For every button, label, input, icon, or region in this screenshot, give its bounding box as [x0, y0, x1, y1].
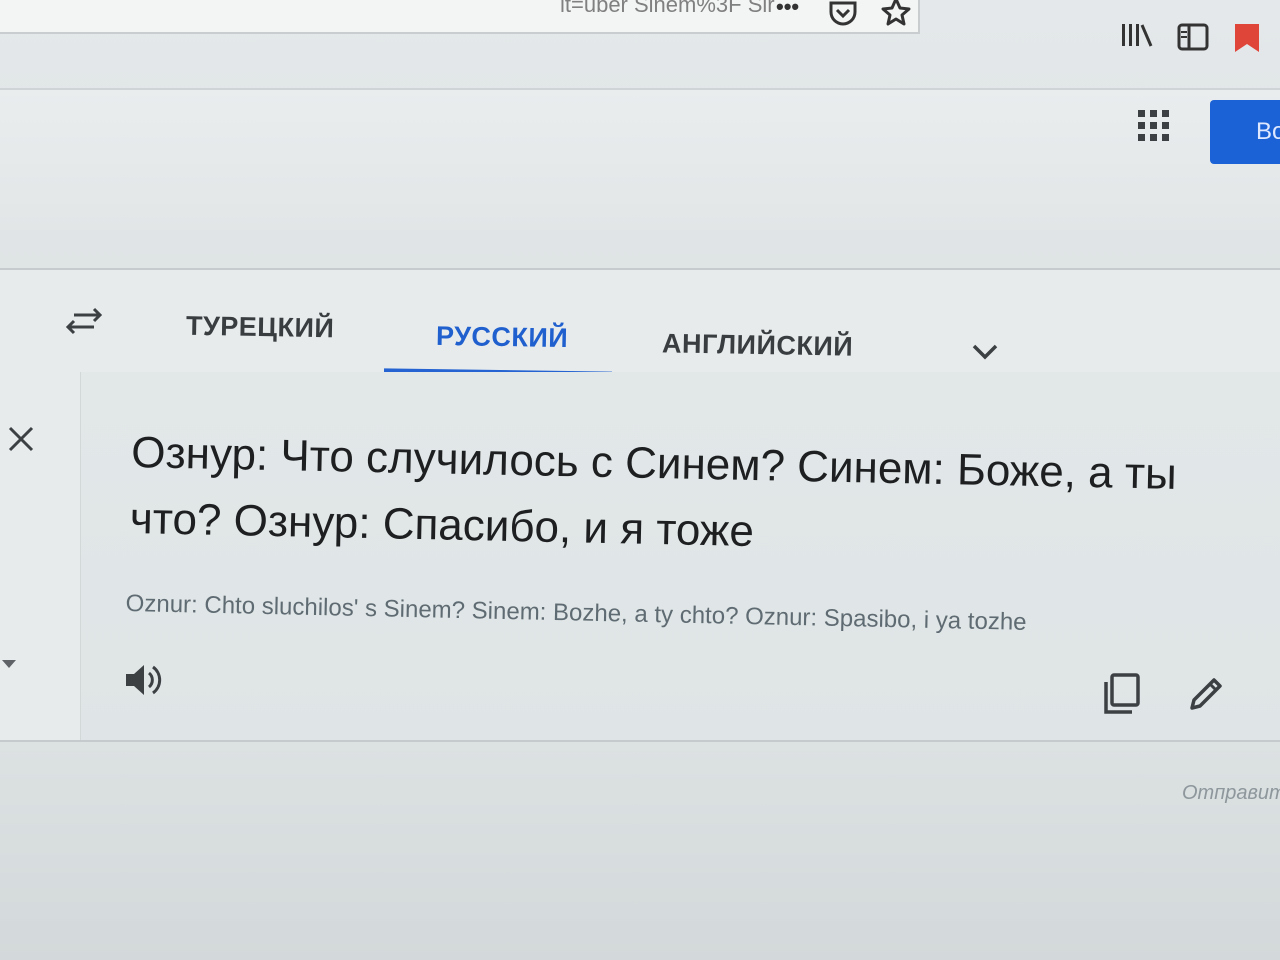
- page-background-lower: [0, 742, 1280, 960]
- screen: lt=uber Sinem%3F Sir ••• Во ТУРЕЦКИЙ РУС…: [0, 0, 1280, 960]
- tab-turkish[interactable]: ТУРЕЦКИЙ: [186, 311, 335, 345]
- caret-down-icon[interactable]: [2, 660, 16, 670]
- page-actions-menu-button[interactable]: •••: [776, 0, 799, 20]
- chevron-down-icon[interactable]: [970, 340, 1000, 364]
- bookmark-icon[interactable]: [1232, 22, 1262, 54]
- library-icon[interactable]: [1120, 20, 1154, 50]
- login-button[interactable]: Во: [1210, 100, 1280, 164]
- url-text[interactable]: lt=uber Sinem%3F Sir: [560, 0, 775, 18]
- tab-russian[interactable]: РУССКИЙ: [436, 321, 569, 354]
- tab-english[interactable]: АНГЛИЙСКИЙ: [662, 328, 854, 362]
- pocket-icon[interactable]: [828, 0, 858, 26]
- star-icon[interactable]: [880, 0, 912, 28]
- page-header: [0, 88, 1280, 230]
- apps-grid-icon[interactable]: [1136, 108, 1172, 144]
- send-feedback-link[interactable]: Отправить: [1182, 782, 1280, 805]
- speaker-icon[interactable]: [122, 660, 166, 700]
- copy-icon[interactable]: [1102, 672, 1142, 716]
- address-bar[interactable]: lt=uber Sinem%3F Sir •••: [0, 0, 920, 34]
- close-icon[interactable]: [6, 424, 36, 454]
- swap-languages-icon[interactable]: [62, 306, 106, 336]
- translation-text: Ознур: Что случилось с Синем? Синем: Бож…: [129, 427, 1178, 557]
- pencil-icon[interactable]: [1186, 676, 1224, 714]
- sidebar-icon[interactable]: [1176, 22, 1210, 52]
